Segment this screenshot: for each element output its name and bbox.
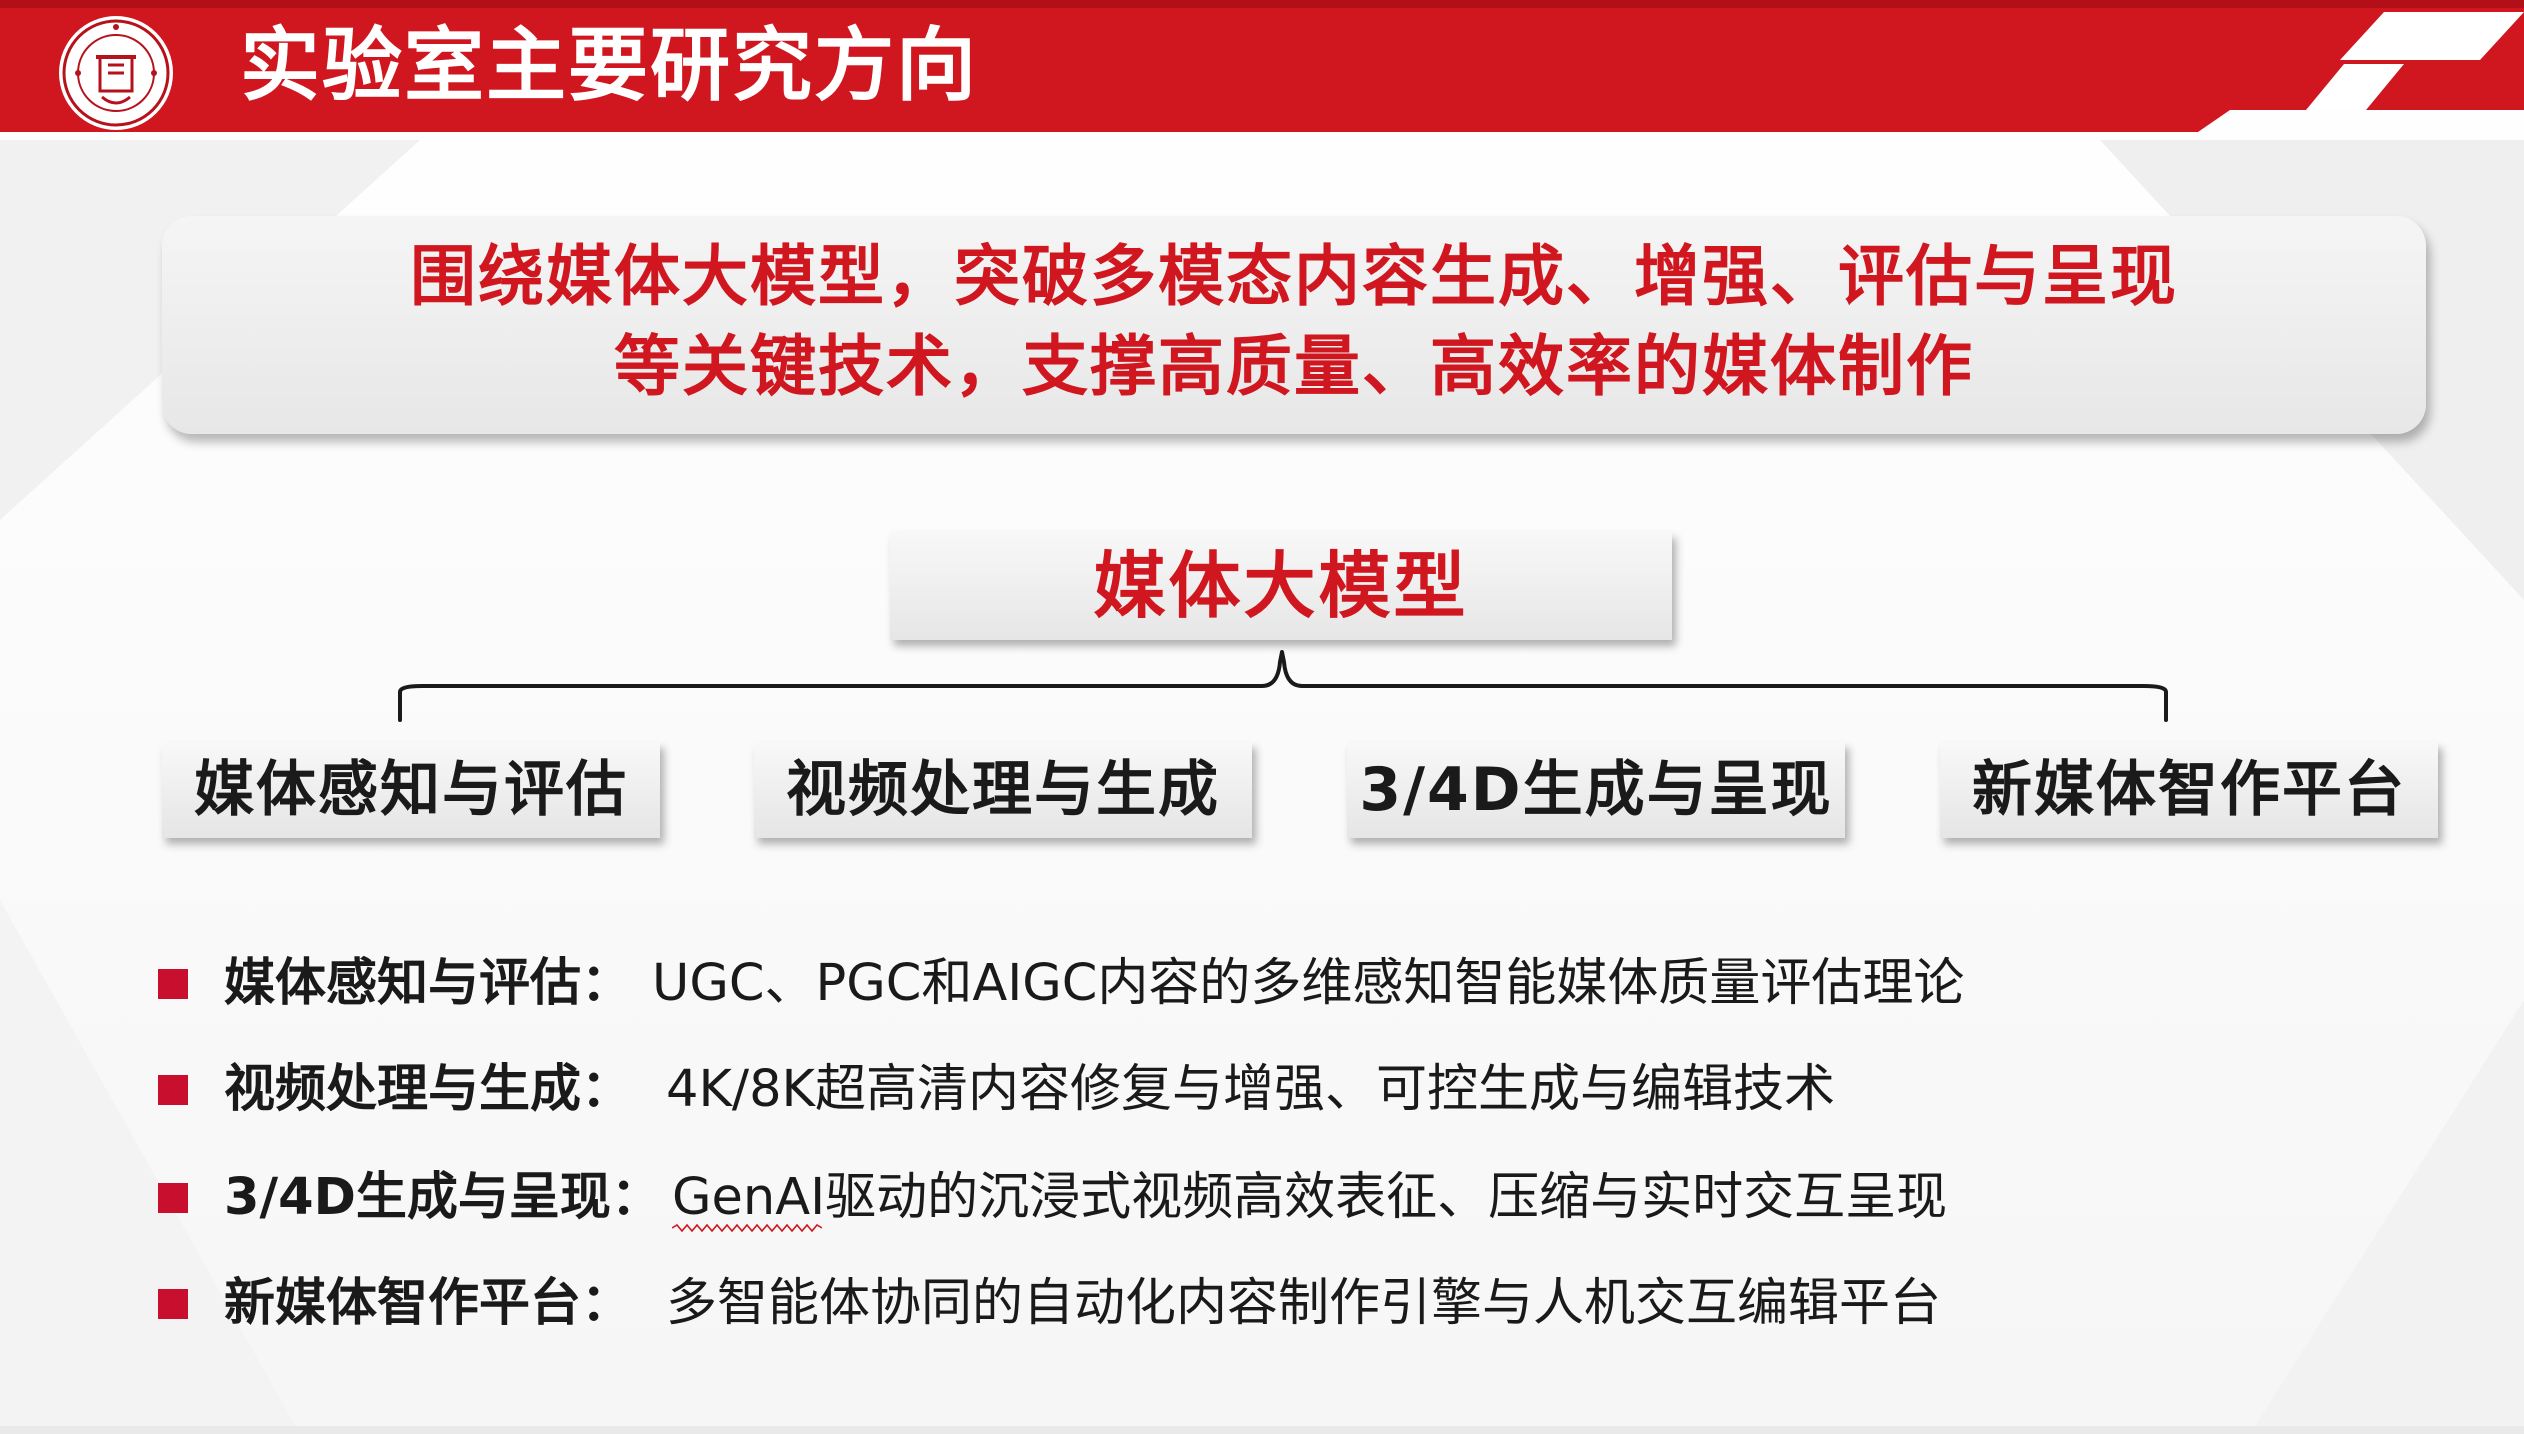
page-title: 实验室主要研究方向 <box>240 19 978 112</box>
list-item: 3/4D生成与呈现： GenAI驱动的沉浸式视频高效表征、压缩与实时交互呈现 <box>152 1158 2452 1238</box>
spellcheck-underline <box>672 1224 822 1232</box>
category-box-3d4d: 3/4D生成与呈现 <box>1347 742 1845 838</box>
list-item: 视频处理与生成： 4K/8K超高清内容修复与增强、可控生成与编辑技术 <box>152 1050 2452 1130</box>
bullet-term: 3/4D生成与呈现： <box>224 1168 662 1227</box>
category-label: 视频处理与生成 <box>786 755 1220 825</box>
hub-box: 媒体大模型 <box>890 532 1672 640</box>
header-bar: 实验室主要研究方向 <box>0 0 2524 132</box>
bullet-square-icon <box>158 1183 188 1213</box>
university-seal-icon <box>59 16 173 130</box>
summary-line-2: 等关键技术，支撑高质量、高效率的媒体制作 <box>614 328 1974 405</box>
list-item: 媒体感知与评估： UGC、PGC和AIGC内容的多维感知智能媒体质量评估理论 <box>152 944 2452 1024</box>
bullet-term: 媒体感知与评估： <box>224 954 633 1013</box>
bullet-square-icon <box>158 969 188 999</box>
category-label: 媒体感知与评估 <box>194 755 628 825</box>
checkered-flag-icon <box>2306 12 2524 110</box>
slide: 实验室主要研究方向 围绕媒体大模型，突破多模态内容生成、增强、评估与呈现 等关键… <box>0 0 2524 1434</box>
curly-brace-connector <box>398 650 2168 722</box>
category-label: 新媒体智作平台 <box>1972 755 2406 825</box>
bullet-term: 视频处理与生成： <box>224 1060 633 1119</box>
hub-label: 媒体大模型 <box>1093 544 1469 628</box>
bullet-square-icon <box>158 1289 188 1319</box>
summary-box: 围绕媒体大模型，突破多模态内容生成、增强、评估与呈现 等关键技术，支撑高质量、高… <box>162 216 2426 434</box>
bullet-square-icon <box>158 1075 188 1105</box>
bullet-description: 4K/8K超高清内容修复与增强、可控生成与编辑技术 <box>666 1060 1835 1119</box>
category-label: 3/4D生成与呈现 <box>1359 755 1833 825</box>
category-box-perception: 媒体感知与评估 <box>162 742 660 838</box>
list-item: 新媒体智作平台： 多智能体协同的自动化内容制作引擎与人机交互编辑平台 <box>152 1264 2452 1344</box>
summary-line-1: 围绕媒体大模型，突破多模态内容生成、增强、评估与呈现 <box>410 238 2178 315</box>
bullet-description: UGC、PGC和AIGC内容的多维感知智能媒体质量评估理论 <box>652 954 1965 1013</box>
footer-rule <box>0 1426 2524 1434</box>
category-box-video: 视频处理与生成 <box>754 742 1252 838</box>
bullet-term: 新媒体智作平台： <box>224 1274 633 1333</box>
bullet-description: 多智能体协同的自动化内容制作引擎与人机交互编辑平台 <box>666 1274 1942 1333</box>
bullet-description: GenAI驱动的沉浸式视频高效表征、压缩与实时交互呈现 <box>672 1168 1948 1227</box>
category-box-platform: 新媒体智作平台 <box>1940 742 2438 838</box>
